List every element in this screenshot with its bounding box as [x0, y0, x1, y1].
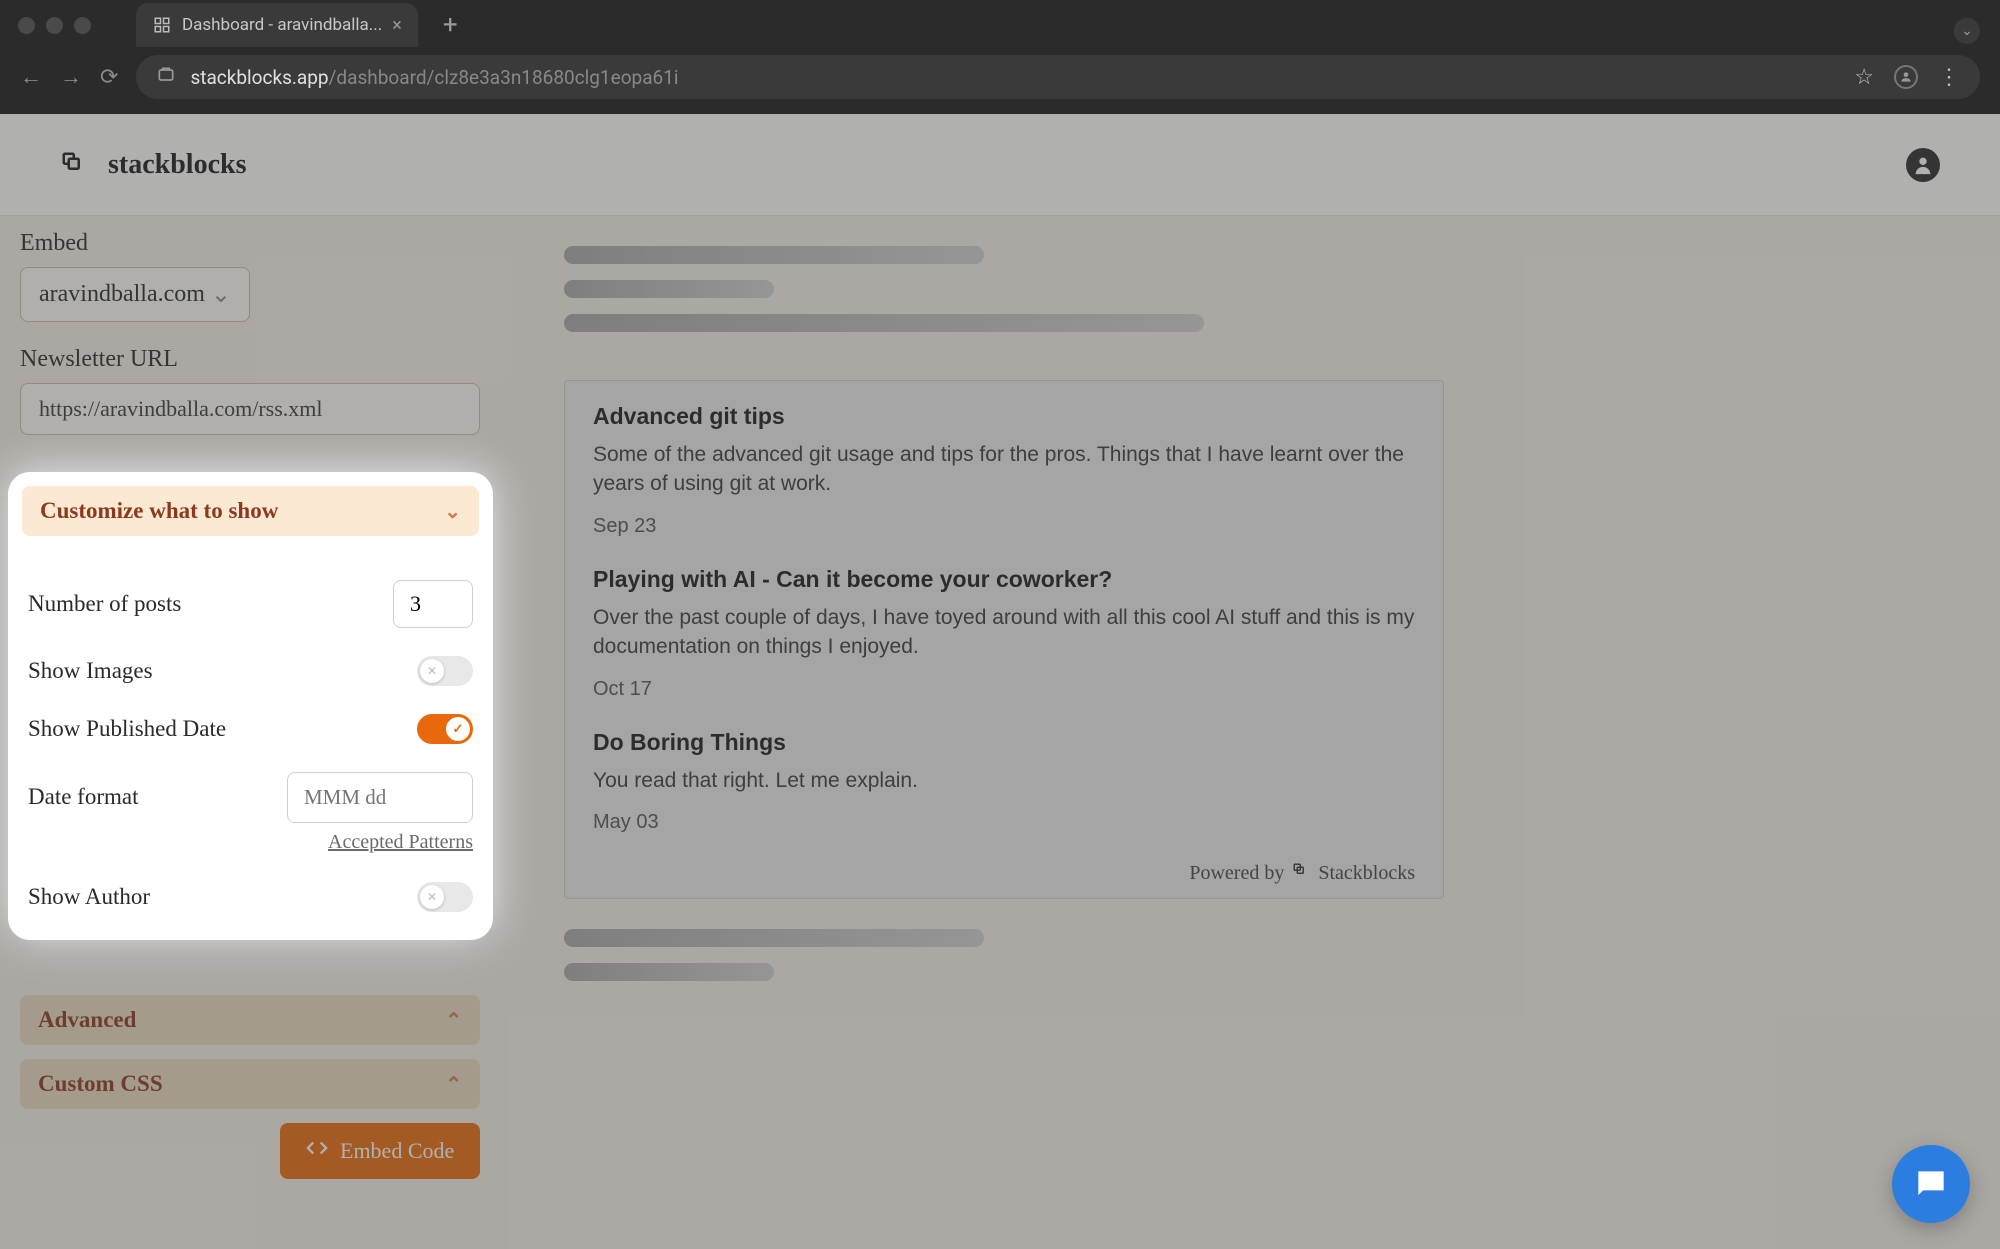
- post-item[interactable]: Do Boring Things You read that right. Le…: [593, 729, 1415, 834]
- new-tab-button[interactable]: +: [443, 10, 458, 40]
- post-description: Some of the advanced git usage and tips …: [593, 440, 1415, 499]
- reload-button[interactable]: ⟳: [100, 65, 118, 90]
- post-item[interactable]: Playing with AI - Can it become your cow…: [593, 566, 1415, 701]
- app-header: stackblocks: [0, 114, 2000, 216]
- custom-css-accordion[interactable]: Custom CSS ⌃: [20, 1059, 480, 1109]
- preview-card: Advanced git tips Some of the advanced g…: [564, 380, 1444, 899]
- site-info-icon[interactable]: [156, 65, 176, 90]
- embed-code-button[interactable]: Embed Code: [280, 1123, 480, 1179]
- show-images-label: Show Images: [28, 658, 153, 684]
- back-button[interactable]: ←: [20, 64, 42, 90]
- date-format-label: Date format: [28, 772, 138, 810]
- url-domain: stackblocks.app: [190, 66, 328, 89]
- powered-by[interactable]: Powered by Stackblocks: [593, 862, 1415, 886]
- chevron-up-icon: ⌃: [445, 1008, 462, 1033]
- toggle-knob-off-icon: ✕: [420, 659, 444, 683]
- window-controls[interactable]: [18, 17, 91, 34]
- tabs-dropdown-icon[interactable]: ⌄: [1954, 18, 1980, 44]
- customize-panel: Customize what to show ⌄ Number of posts…: [8, 472, 493, 940]
- tab-title: Dashboard - aravindballa...: [182, 15, 382, 35]
- minimize-window-dot[interactable]: [46, 17, 63, 34]
- post-title: Playing with AI - Can it become your cow…: [593, 566, 1415, 593]
- profile-icon[interactable]: [1894, 65, 1918, 89]
- tab-close-icon[interactable]: ×: [392, 15, 402, 36]
- forward-button[interactable]: →: [60, 64, 82, 90]
- chat-support-button[interactable]: [1892, 1145, 1970, 1223]
- skeleton-placeholder: [564, 929, 1940, 981]
- post-title: Do Boring Things: [593, 729, 1415, 756]
- customize-accordion[interactable]: Customize what to show ⌄: [22, 486, 479, 536]
- chevron-down-icon: ⌄: [211, 280, 231, 309]
- date-format-input[interactable]: [287, 772, 473, 823]
- embed-select-value: aravindballa.com: [39, 281, 205, 308]
- browser-menu-icon[interactable]: ⋮: [1938, 65, 1960, 90]
- browser-tab[interactable]: Dashboard - aravindballa... ×: [136, 3, 418, 47]
- brand[interactable]: stackblocks: [60, 149, 246, 181]
- show-author-label: Show Author: [28, 884, 150, 910]
- post-item[interactable]: Advanced git tips Some of the advanced g…: [593, 403, 1415, 538]
- show-published-date-label: Show Published Date: [28, 716, 226, 742]
- bookmark-icon[interactable]: ☆: [1854, 65, 1874, 90]
- code-icon: [306, 1137, 328, 1165]
- advanced-accordion[interactable]: Advanced ⌃: [20, 995, 480, 1045]
- user-avatar[interactable]: [1906, 148, 1940, 182]
- accepted-patterns-link[interactable]: Accepted Patterns: [328, 831, 473, 854]
- show-images-toggle[interactable]: ✕: [417, 656, 473, 686]
- skeleton-placeholder: [564, 246, 1940, 332]
- show-published-date-toggle[interactable]: ✓: [417, 714, 473, 744]
- chevron-up-icon: ⌃: [445, 1072, 462, 1097]
- toggle-knob-off-icon: ✕: [420, 885, 444, 909]
- tab-favicon-icon: [152, 15, 172, 35]
- num-posts-label: Number of posts: [28, 591, 181, 617]
- maximize-window-dot[interactable]: [74, 17, 91, 34]
- close-window-dot[interactable]: [18, 17, 35, 34]
- advanced-label: Advanced: [38, 1007, 136, 1033]
- newsletter-url-label: Newsletter URL: [20, 346, 484, 373]
- chat-icon: [1912, 1165, 1950, 1203]
- customize-title: Customize what to show: [40, 498, 278, 524]
- post-title: Advanced git tips: [593, 403, 1415, 430]
- show-author-toggle[interactable]: ✕: [417, 882, 473, 912]
- address-bar[interactable]: stackblocks.app/dashboard/clz8e3a3n18680…: [136, 55, 1980, 99]
- chevron-down-icon: ⌄: [444, 499, 461, 524]
- toggle-knob-on-icon: ✓: [446, 717, 470, 741]
- url-path: /dashboard/clz8e3a3n18680clg1eopa61i: [329, 66, 679, 89]
- custom-css-label: Custom CSS: [38, 1071, 163, 1097]
- embed-code-label: Embed Code: [340, 1138, 454, 1164]
- post-description: You read that right. Let me explain.: [593, 766, 1415, 795]
- powered-by-brand: Stackblocks: [1318, 862, 1415, 885]
- brand-logo-icon: [60, 150, 90, 180]
- embed-select[interactable]: aravindballa.com ⌄: [20, 267, 250, 322]
- post-date: Sep 23: [593, 515, 1415, 538]
- preview-pane: Advanced git tips Some of the advanced g…: [504, 216, 2000, 1249]
- brand-name: stackblocks: [108, 149, 246, 181]
- post-date: Oct 17: [593, 678, 1415, 701]
- num-posts-input[interactable]: [393, 580, 473, 628]
- powered-by-prefix: Powered by: [1189, 862, 1284, 885]
- browser-chrome: Dashboard - aravindballa... × + ⌄ ← → ⟳ …: [0, 0, 2000, 114]
- post-description: Over the past couple of days, I have toy…: [593, 603, 1415, 662]
- newsletter-url-input[interactable]: [20, 383, 480, 435]
- embed-label: Embed: [20, 230, 484, 257]
- post-date: May 03: [593, 811, 1415, 834]
- stackblocks-small-icon: [1292, 862, 1310, 886]
